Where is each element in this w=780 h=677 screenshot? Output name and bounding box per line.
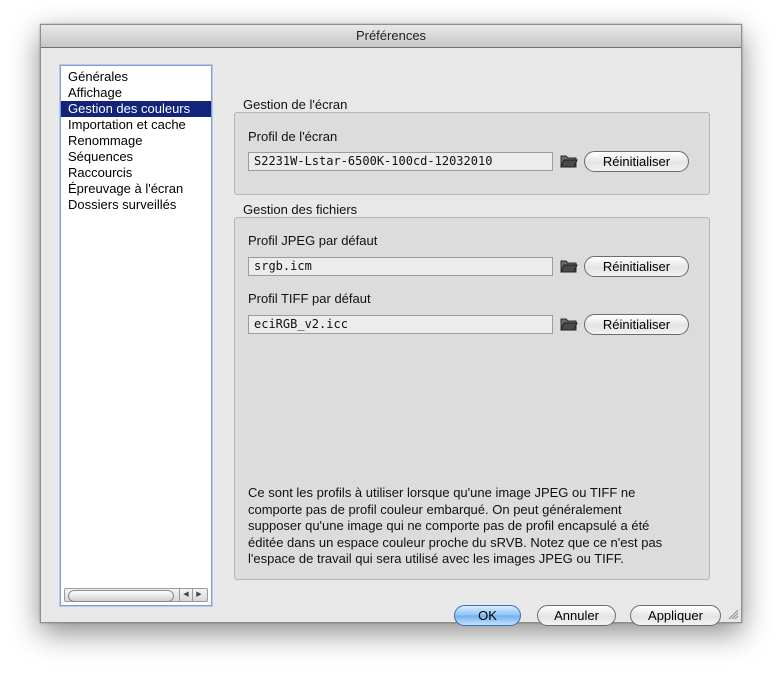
folder-icon[interactable] [560,316,578,332]
preferences-window: Préférences Générales Affichage Gestion … [40,24,742,626]
help-line: l'espace de travail qui sera utilisé ave… [248,551,624,566]
screen-profile-field[interactable]: S2231W-Lstar-6500K-100cd-12032010 [248,152,553,171]
screen-group-title: Gestion de l'écran [243,97,348,112]
sidebar-item-epreuvage[interactable]: Épreuvage à l'écran [61,181,211,197]
sidebar-item-generales[interactable]: Générales [61,69,211,85]
files-group-title: Gestion des fichiers [243,202,358,217]
horizontal-scrollbar[interactable]: ◀ ▶ [64,588,208,602]
jpeg-profile-field[interactable]: srgb.icm [248,257,553,276]
scroll-left-arrow-icon[interactable]: ◀ [179,589,192,601]
help-line: Ce sont les profils à utiliser lorsque q… [248,485,636,500]
sidebar-item-affichage[interactable]: Affichage [61,85,211,101]
tiff-profile-field[interactable]: eciRGB_v2.icc [248,315,553,334]
window-content: Générales Affichage Gestion des couleurs… [41,48,741,626]
scroll-right-arrow-icon[interactable]: ▶ [192,589,205,601]
folder-icon[interactable] [560,258,578,274]
help-line: comporte pas de profil couleur embarqué.… [248,501,622,517]
apply-button[interactable]: Appliquer [630,605,721,626]
sidebar-item-raccourcis[interactable]: Raccourcis [61,165,211,181]
jpeg-profile-label: Profil JPEG par défaut [248,233,378,248]
scrollbar-thumb[interactable] [68,590,174,602]
sidebar-item-sequences[interactable]: Séquences [61,149,211,165]
tiff-profile-label: Profil TIFF par défaut [248,291,371,306]
screen-reset-button[interactable]: Réinitialiser [584,151,689,172]
help-line: éditée dans un espace couleur proche du … [248,534,663,550]
category-items: Générales Affichage Gestion des couleurs… [61,69,211,213]
screen-profile-label: Profil de l'écran [248,129,338,144]
sidebar-item-gestion-des-couleurs[interactable]: Gestion des couleurs [61,101,211,117]
folder-icon[interactable] [560,153,578,169]
sidebar-item-importation-et-cache[interactable]: Importation et cache [61,117,211,133]
sidebar-item-dossiers-surveilles[interactable]: Dossiers surveillés [61,197,211,213]
category-list[interactable]: Générales Affichage Gestion des couleurs… [60,65,212,606]
profile-help-text: Ce sont les profils à utiliser lorsque q… [248,485,708,568]
ok-button[interactable]: OK [454,605,521,626]
window-title[interactable]: Préférences [41,25,741,48]
sidebar-item-renommage[interactable]: Renommage [61,133,211,149]
jpeg-reset-button[interactable]: Réinitialiser [584,256,689,277]
tiff-reset-button[interactable]: Réinitialiser [584,314,689,335]
resize-grip-icon[interactable] [728,609,739,620]
cancel-button[interactable]: Annuler [537,605,616,626]
help-line: supposer qu'une image qui ne comporte pa… [248,518,650,533]
